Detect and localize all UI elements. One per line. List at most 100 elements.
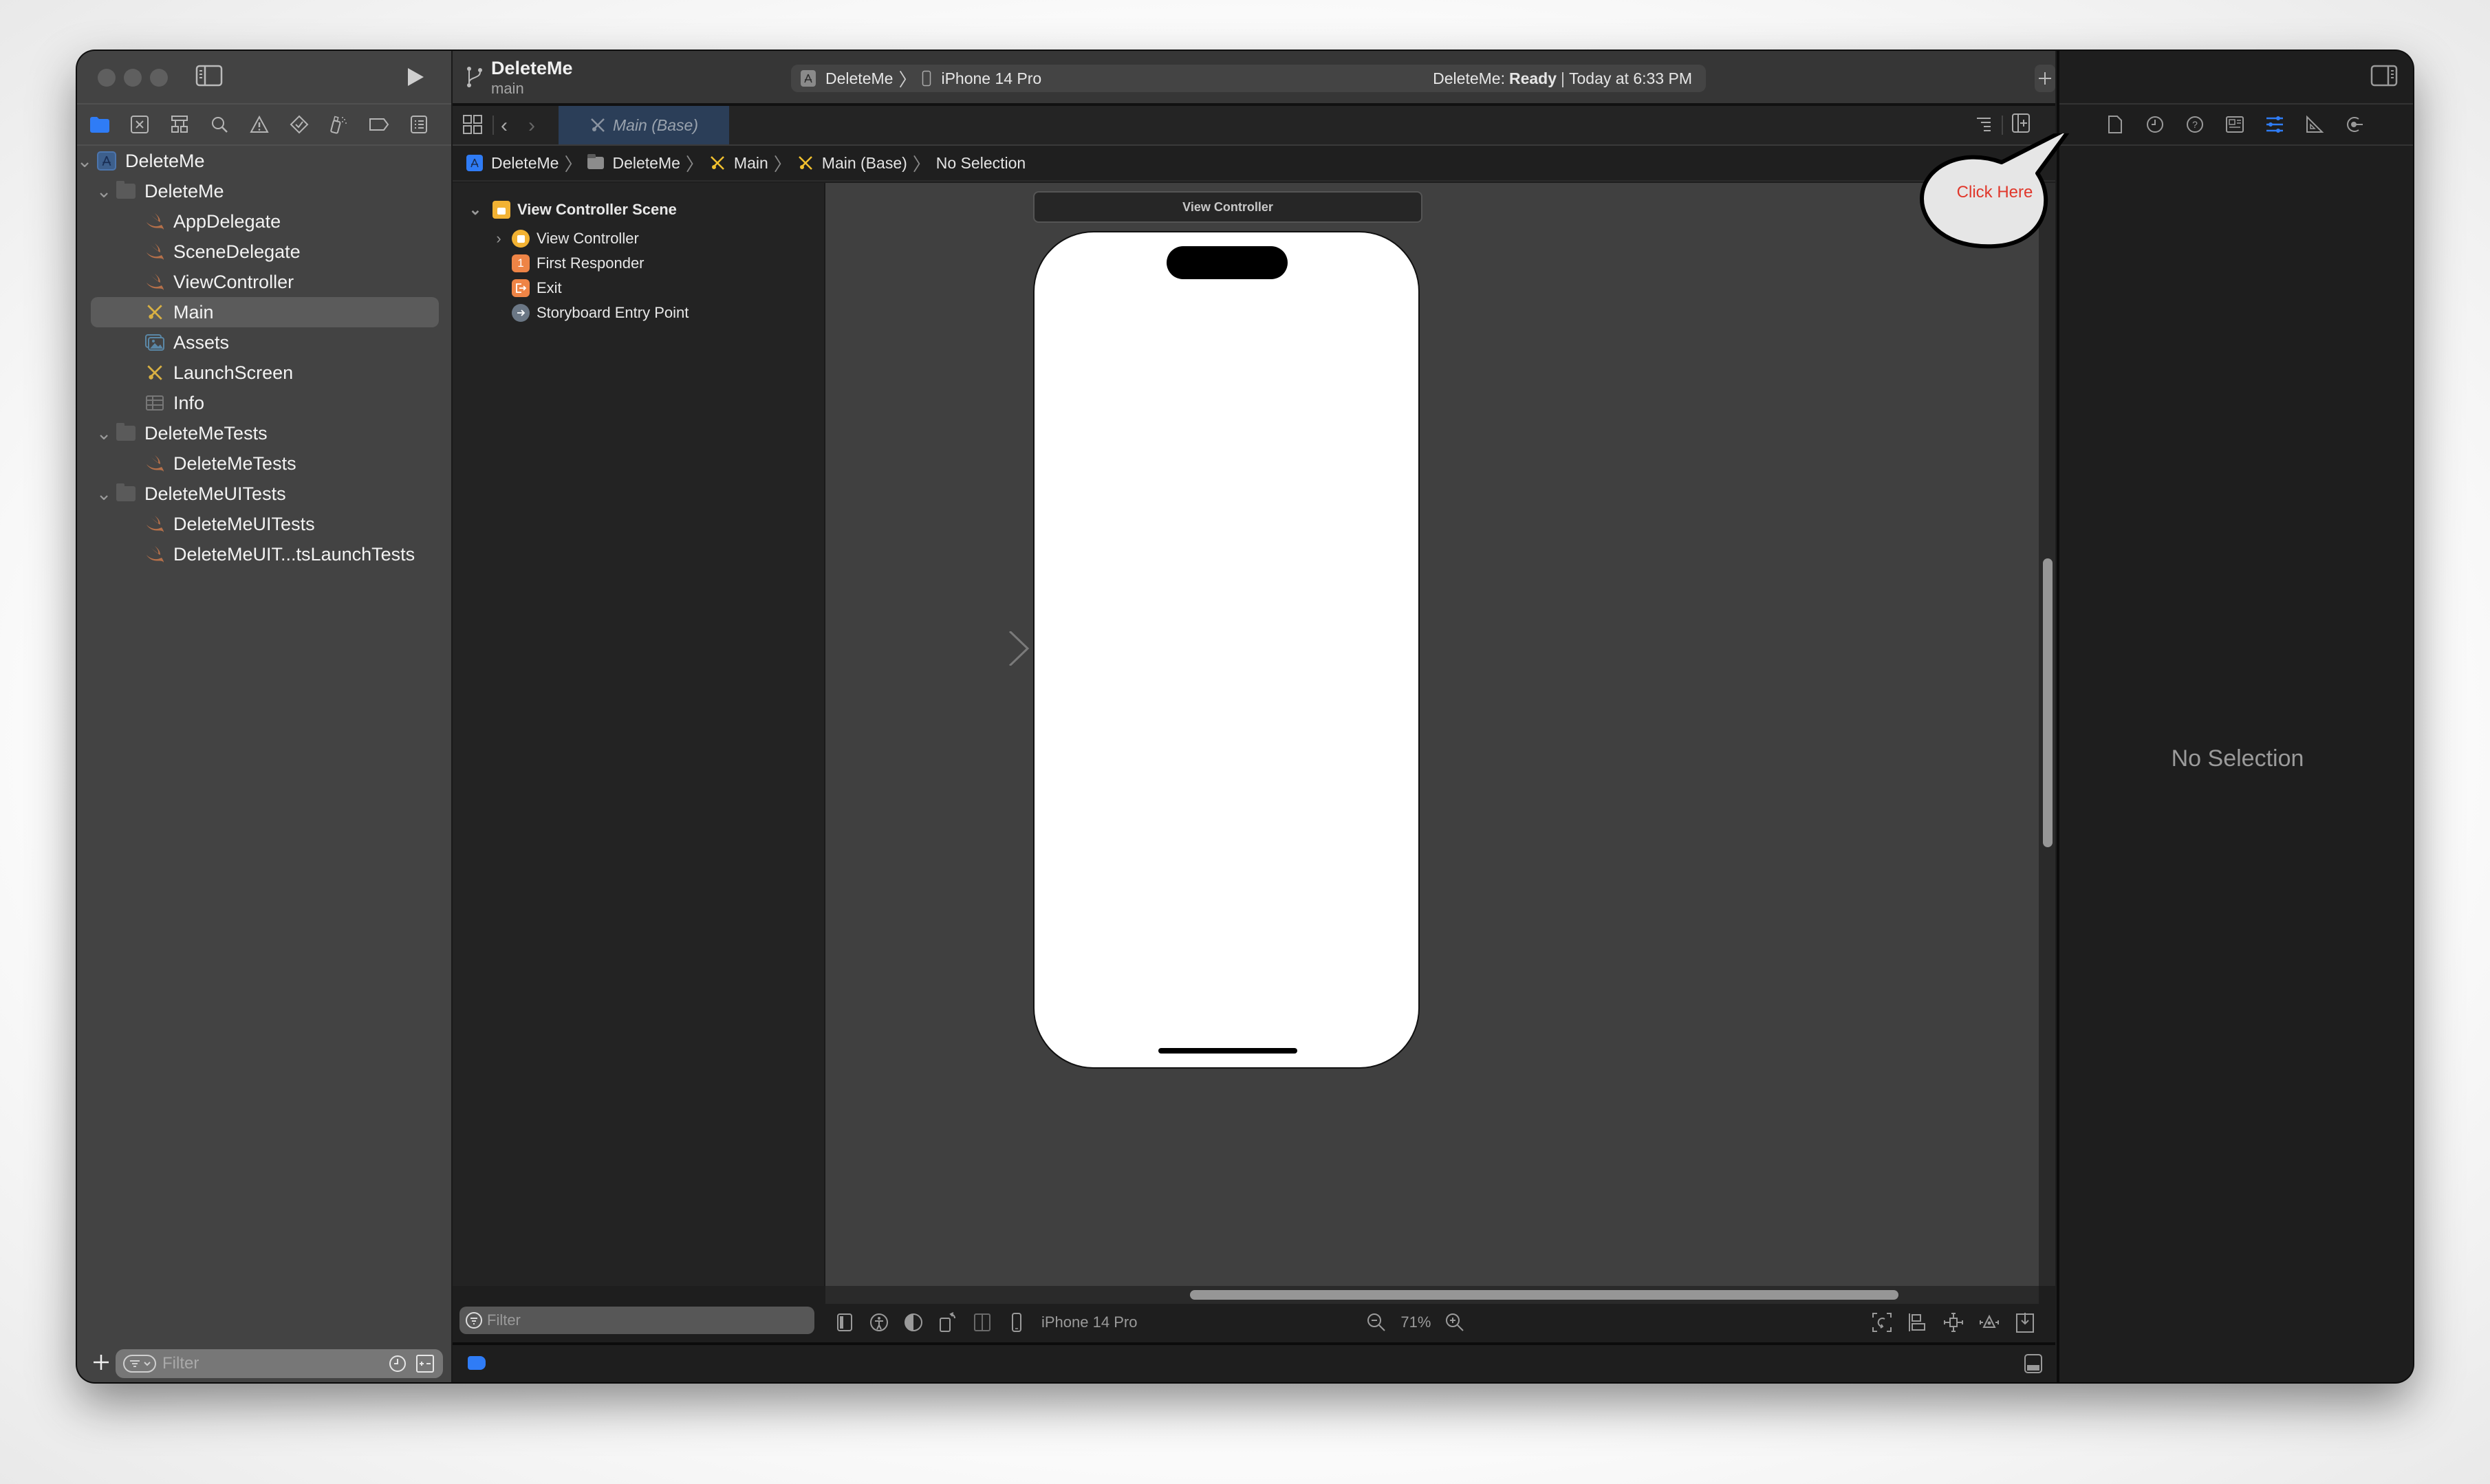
navigator-filter-field[interactable]: Filter xyxy=(116,1349,443,1378)
tree-item[interactable]: ⌄ DeleteMeUITests xyxy=(77,479,451,509)
horizontal-scroll-thumb[interactable] xyxy=(1190,1290,1898,1300)
zoom-in-button[interactable] xyxy=(1442,1310,1467,1335)
related-items-button[interactable] xyxy=(462,114,483,138)
outline-item-entry-point[interactable]: Storyboard Entry Point xyxy=(512,301,689,325)
run-destination-selector[interactable]: iPhone 14 Pro xyxy=(922,69,1041,88)
canvas-device-label[interactable]: iPhone 14 Pro xyxy=(1041,1313,1137,1331)
vertical-scroll-thumb[interactable] xyxy=(2043,558,2053,847)
close-window-button[interactable] xyxy=(98,69,116,87)
test-diamond-icon xyxy=(290,115,309,134)
folder-icon xyxy=(90,117,109,133)
breadcrumb-selection[interactable]: No Selection xyxy=(936,154,1026,173)
chevron-down-icon[interactable]: ⌄ xyxy=(468,201,483,218)
outline-filter-field[interactable]: Filter xyxy=(459,1307,814,1334)
add-file-button[interactable] xyxy=(91,1352,111,1373)
tree-item[interactable]: DeleteMeTests xyxy=(77,448,451,479)
refresh-frames-icon xyxy=(1872,1313,1892,1332)
debug-navigator-tab[interactable] xyxy=(327,113,351,136)
breadcrumb-folder[interactable]: DeleteMe xyxy=(612,154,680,173)
run-button[interactable] xyxy=(404,66,426,88)
align-button[interactable] xyxy=(1905,1310,1930,1335)
tab-main-base[interactable]: Main (Base) xyxy=(559,106,729,144)
size-inspector-tab[interactable] xyxy=(2303,113,2326,136)
project-icon xyxy=(466,155,483,171)
scene-dock-title[interactable]: View Controller xyxy=(1033,191,1422,223)
tree-item[interactable]: SceneDelegate xyxy=(77,237,451,267)
canvas-vertical-scrollbar[interactable] xyxy=(2039,183,2055,1286)
chevron-right-icon[interactable]: › xyxy=(491,230,506,247)
back-button[interactable]: ‹ xyxy=(501,114,508,138)
toggle-inspector-button[interactable] xyxy=(2370,65,2399,91)
update-frames-button[interactable] xyxy=(1870,1310,1894,1335)
breakpoints-toggle[interactable] xyxy=(468,1356,486,1370)
history-inspector-tab[interactable] xyxy=(2143,113,2167,136)
source-control-tab[interactable] xyxy=(128,113,151,136)
outline-item-label: Exit xyxy=(537,279,562,296)
storyboard-icon xyxy=(147,305,162,320)
view-controller-view[interactable] xyxy=(1033,231,1420,1069)
tree-item[interactable]: Main xyxy=(77,297,451,327)
tree-item-label: Info xyxy=(173,392,205,413)
quick-help-tab[interactable]: ? xyxy=(2183,113,2207,136)
scheme-selector[interactable]: DeleteMe xyxy=(801,69,893,88)
source-control-filter-icon[interactable] xyxy=(415,1354,435,1373)
tree-item-label: DeleteMeUIT...tsLaunchTests xyxy=(173,543,415,565)
project-navigator-tab[interactable] xyxy=(88,113,111,136)
toggle-debug-area-button[interactable] xyxy=(2024,1353,2043,1377)
add-constraints-button[interactable] xyxy=(1941,1310,1966,1335)
breadcrumb-file[interactable]: Main xyxy=(734,154,768,173)
embed-in-button[interactable] xyxy=(2013,1310,2037,1335)
outline-item-first-responder[interactable]: 1 First Responder xyxy=(512,252,645,275)
identity-inspector-tab[interactable] xyxy=(2223,113,2247,136)
toggle-outline-button[interactable] xyxy=(832,1310,857,1335)
device-button[interactable] xyxy=(1004,1310,1029,1335)
tree-item[interactable]: ⌄ DeleteMe xyxy=(77,176,451,206)
tree-item[interactable]: ⌄ DeleteMe xyxy=(77,146,451,176)
filter-options-icon[interactable] xyxy=(122,1354,157,1373)
test-navigator-tab[interactable] xyxy=(288,113,311,136)
tree-item[interactable]: ⌄ DeleteMeTests xyxy=(77,418,451,448)
symbol-navigator-tab[interactable] xyxy=(168,113,191,136)
outline-item-exit[interactable]: Exit xyxy=(512,276,562,300)
tree-item[interactable]: Assets xyxy=(77,327,451,358)
minimize-window-button[interactable] xyxy=(124,69,142,87)
file-inspector-tab[interactable] xyxy=(2103,113,2127,136)
report-navigator-tab[interactable] xyxy=(407,113,431,136)
canvas-horizontal-scrollbar[interactable] xyxy=(825,1286,2039,1304)
accessibility-button[interactable] xyxy=(867,1310,891,1335)
connections-inspector-tab[interactable] xyxy=(2343,113,2366,136)
library-add-button[interactable] xyxy=(2035,65,2055,92)
chevron-down-icon[interactable]: ⌄ xyxy=(96,181,112,201)
chevron-down-icon[interactable]: ⌄ xyxy=(96,483,112,504)
appearance-button[interactable] xyxy=(901,1310,926,1335)
outline-scene-row[interactable]: ⌄ View Controller Scene xyxy=(468,198,677,221)
tree-item[interactable]: DeleteMeUIT...tsLaunchTests xyxy=(77,539,451,569)
zoom-out-button[interactable] xyxy=(1364,1310,1389,1335)
breadcrumb-project[interactable]: DeleteMe xyxy=(491,154,559,173)
tree-item[interactable]: Info xyxy=(77,388,451,418)
issue-navigator-tab[interactable] xyxy=(248,113,271,136)
find-navigator-tab[interactable] xyxy=(208,113,231,136)
recent-files-icon[interactable] xyxy=(388,1354,407,1373)
chevron-down-icon[interactable]: ⌄ xyxy=(77,151,92,171)
chevron-down-icon[interactable]: ⌄ xyxy=(96,423,112,444)
entry-point-arrow-icon[interactable] xyxy=(935,631,1032,666)
orientation-button[interactable] xyxy=(935,1310,960,1335)
navigator-panel: ⌄ DeleteMe ⌄ DeleteMe AppDelegate SceneDelega… xyxy=(77,51,453,1382)
forward-button[interactable]: › xyxy=(528,114,535,138)
outline-item-view-controller[interactable]: › View Controller xyxy=(491,227,639,250)
breadcrumb-localization[interactable]: Main (Base) xyxy=(822,154,907,173)
filter-icon xyxy=(466,1312,482,1329)
storyboard-canvas[interactable]: View Controller xyxy=(825,183,2039,1286)
layout-button[interactable] xyxy=(970,1310,995,1335)
tree-item[interactable]: AppDelegate xyxy=(77,206,451,237)
resolve-issues-button[interactable] xyxy=(1977,1310,2002,1335)
attributes-inspector-tab[interactable] xyxy=(2263,113,2286,136)
tree-item[interactable]: DeleteMeUITests xyxy=(77,509,451,539)
zoom-window-button[interactable] xyxy=(150,69,168,87)
swift-file-type xyxy=(144,453,165,474)
breakpoint-navigator-tab[interactable] xyxy=(367,113,391,136)
toggle-navigator-button[interactable] xyxy=(195,65,224,88)
tree-item[interactable]: ViewController xyxy=(77,267,451,297)
tree-item[interactable]: LaunchScreen xyxy=(77,358,451,388)
